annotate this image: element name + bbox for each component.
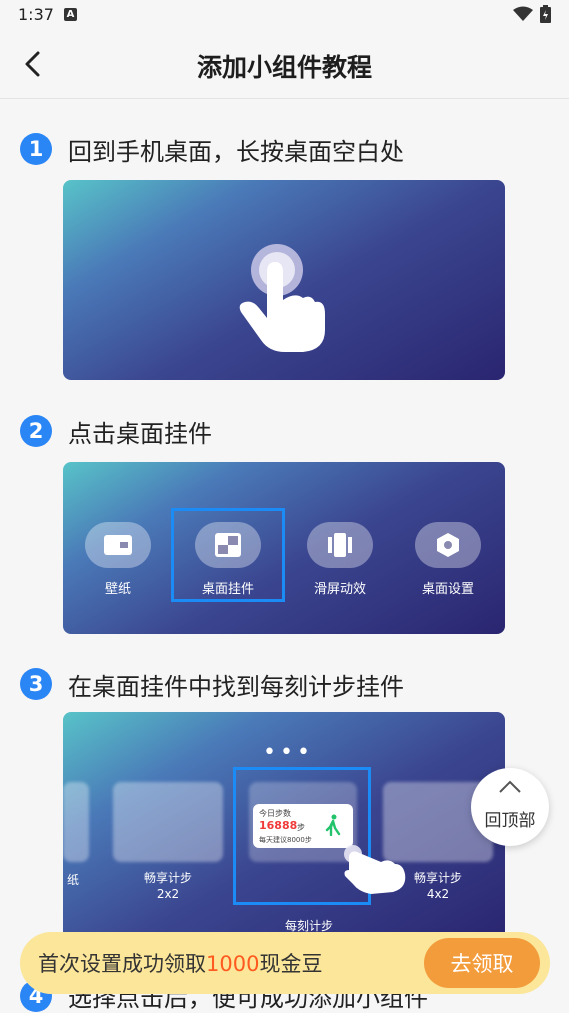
wifi-icon — [513, 6, 533, 21]
highlight-box — [171, 508, 285, 602]
claim-button[interactable]: 去领取 — [424, 938, 540, 988]
back-to-top-label: 回顶部 — [484, 811, 536, 831]
step-1-illustration — [63, 180, 505, 380]
notification-icon: A — [64, 8, 77, 21]
settings-icon — [437, 533, 459, 557]
status-time: 1:37 — [18, 5, 54, 24]
step-3-heading: 3 在桌面挂件中找到每刻计步挂件 — [20, 667, 404, 701]
step-text: 在桌面挂件中找到每刻计步挂件 — [68, 672, 404, 701]
wallpaper-icon — [104, 535, 132, 555]
step-text: 回到手机桌面，长按桌面空白处 — [68, 137, 404, 166]
step-text: 点击桌面挂件 — [68, 419, 212, 448]
step-3-illustration: ••• 纸 畅享计步 2x2 今日步数 16888 步 每天建议8000步 每刻… — [63, 712, 505, 942]
step-number: 2 — [20, 415, 52, 447]
widget-title: 今日步数 — [259, 809, 291, 818]
walking-icon — [325, 814, 341, 836]
widget-note: 每天建议8000步 — [259, 836, 312, 844]
widget-label: 畅享计步 4x2 — [413, 871, 462, 901]
battery-icon — [540, 5, 551, 23]
menu-wallpaper: 壁纸 — [83, 522, 153, 597]
step-1-heading: 1 回到手机桌面，长按桌面空白处 — [20, 132, 404, 166]
transition-icon — [328, 533, 352, 557]
app-header: 添加小组件教程 — [0, 30, 569, 99]
menu-label: 桌面设置 — [421, 582, 474, 597]
step-2-illustration: 壁纸 桌面挂件 滑屏动效 桌面设置 — [63, 462, 505, 634]
status-bar: 1:37 A — [0, 0, 569, 30]
tap-hand-icon — [239, 244, 325, 352]
widget-preview — [63, 782, 89, 862]
widget-label: 纸 — [66, 873, 79, 887]
menu-settings: 桌面设置 — [413, 522, 483, 597]
banner-text-pre: 首次设置成功领取 — [38, 952, 206, 976]
step-widget-card: 今日步数 16888 步 每天建议8000步 — [253, 804, 353, 848]
step-number: 1 — [20, 133, 52, 165]
reward-banner[interactable]: 首次设置成功领取1000现金豆 去领取 — [20, 932, 550, 994]
step-2-heading: 2 点击桌面挂件 — [20, 414, 212, 448]
banner-text: 首次设置成功领取1000现金豆 — [38, 948, 322, 978]
widget-label: 畅享计步 2x2 — [143, 871, 192, 901]
banner-text-post: 现金豆 — [259, 952, 323, 976]
banner-amount: 1000 — [206, 952, 260, 976]
page-dots: ••• — [263, 740, 314, 765]
page-title: 添加小组件教程 — [196, 53, 372, 82]
widget-unit: 步 — [297, 823, 305, 832]
step-number: 3 — [20, 668, 52, 700]
back-to-top-button[interactable]: 回顶部 — [471, 768, 549, 846]
chevron-up-icon — [499, 780, 521, 793]
widget-steps: 16888 — [259, 819, 298, 832]
menu-transition: 滑屏动效 — [305, 522, 375, 597]
menu-label: 壁纸 — [104, 582, 131, 597]
menu-label: 滑屏动效 — [313, 582, 366, 597]
widget-preview — [113, 782, 223, 862]
